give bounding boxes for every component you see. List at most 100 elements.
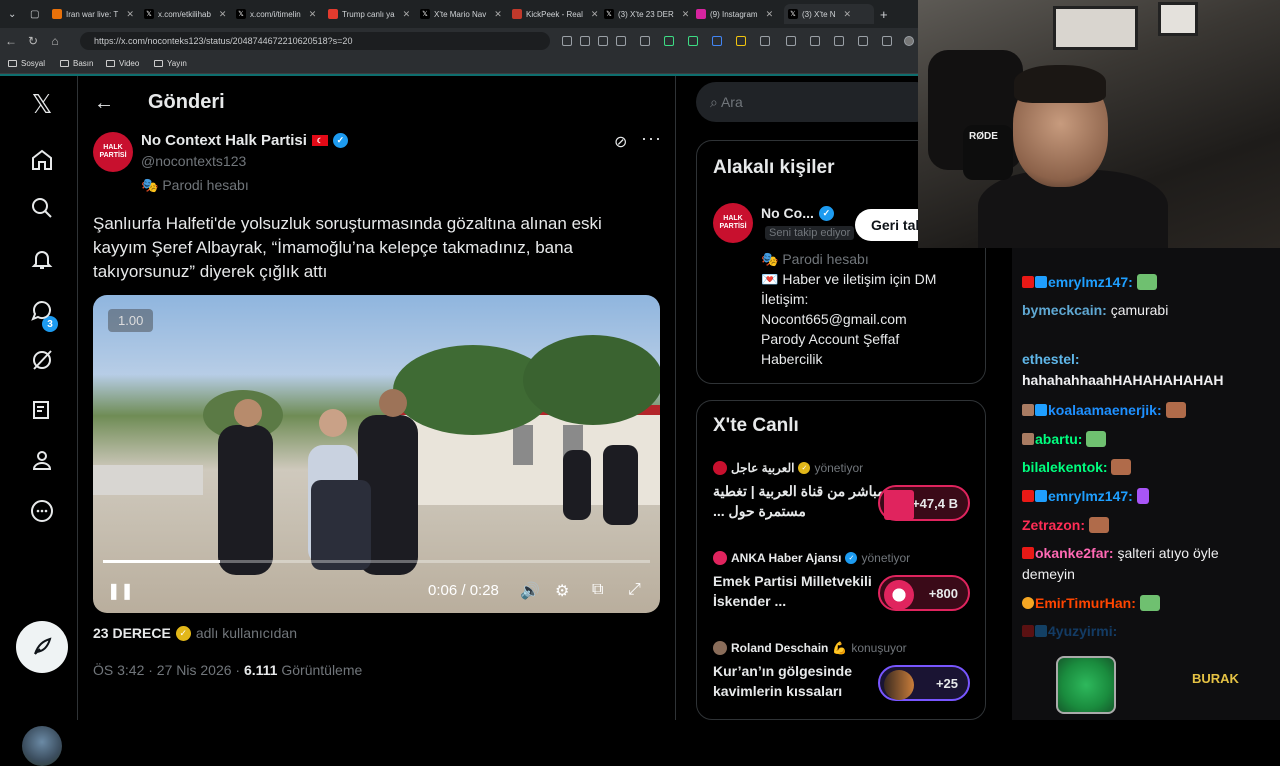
post-timestamp[interactable]: ÖS 3:42 · 27 Nis 2026 · <box>93 662 240 678</box>
home-icon[interactable] <box>28 146 56 174</box>
close-tab-icon[interactable]: ✕ <box>682 9 690 20</box>
search-icon[interactable] <box>28 194 56 222</box>
profile-avatar[interactable] <box>904 36 914 46</box>
gem-badge-icon <box>1035 404 1047 416</box>
tab-menu-icon[interactable]: ⌄ <box>4 4 24 24</box>
gem-badge-icon <box>1035 490 1047 502</box>
mask-icon: 🎭 <box>141 177 163 193</box>
zoom-icon[interactable] <box>580 36 590 46</box>
collections-icon[interactable] <box>834 36 844 46</box>
browser-tab[interactable]: Iran war live: T ✕ <box>48 4 138 24</box>
chat-message: EmirTimurHan: <box>1022 593 1272 614</box>
bookmark-folder[interactable]: Yayın <box>154 59 187 68</box>
notifications-icon[interactable] <box>28 245 56 273</box>
extension-icon[interactable] <box>858 36 868 46</box>
translate-icon[interactable] <box>712 36 722 46</box>
bookmark-folder[interactable]: Basın <box>60 59 93 68</box>
close-tab-icon[interactable]: ✕ <box>591 9 599 20</box>
close-tab-icon[interactable]: ✕ <box>219 9 227 20</box>
profile-icon[interactable] <box>28 446 56 474</box>
live-title: X'te Canlı <box>713 415 799 436</box>
pause-icon[interactable]: ❚❚ <box>107 581 134 601</box>
browser-tab[interactable]: 𝕏 (3) X'te 23 DER ✕ <box>600 4 692 24</box>
fullscreen-icon[interactable]: ⤢ <box>628 581 641 599</box>
grok-icon[interactable] <box>28 346 56 374</box>
back-nav-icon[interactable]: ← <box>0 34 22 48</box>
split-screen-icon[interactable] <box>786 36 796 46</box>
chat-message: bilalekentok: <box>1022 457 1272 478</box>
url-field[interactable]: https://x.com/noconteks123/status/204874… <box>80 32 550 50</box>
extension-icon[interactable] <box>736 36 746 46</box>
browser-tab[interactable]: 𝕏x.com/i/timelin ✕ <box>232 4 324 24</box>
search-input[interactable]: ⌕ Ara <box>696 82 936 122</box>
close-tab-icon[interactable]: ✕ <box>126 9 134 20</box>
related-bio: 🎭 Parodi hesabı 💌 Haber ve iletişim için… <box>761 251 937 367</box>
back-arrow-icon[interactable]: ← <box>94 92 114 115</box>
bookmark-folder[interactable]: Video <box>106 59 139 68</box>
close-tab-icon[interactable]: ✕ <box>766 9 774 20</box>
browser-tab[interactable]: 𝕏 X'te Mario Nav ✕ <box>416 4 508 24</box>
video-player[interactable]: 1.00 ❚❚ 0:06 / 0:28 🔊 ⚙ ⧉ ⤢ <box>93 295 660 613</box>
avatar-badge-icon <box>1022 433 1034 445</box>
x-logo-icon[interactable]: 𝕏 <box>28 89 56 119</box>
author-handle[interactable]: @nocontexts123 <box>141 153 246 169</box>
live-listener-count[interactable]: +25 <box>878 665 970 701</box>
favorite-icon[interactable] <box>616 36 626 46</box>
live-item[interactable]: العربية عاجل ✓ yönetiyor مباشر من قناة الع… <box>713 461 975 521</box>
read-aloud-icon[interactable] <box>598 36 608 46</box>
favorites-icon[interactable] <box>810 36 820 46</box>
close-tab-icon[interactable]: ✕ <box>494 9 502 20</box>
video-progress-bar[interactable] <box>103 560 650 563</box>
more-options-icon[interactable]: ··· <box>641 128 662 149</box>
browser-tab[interactable]: (9) Instagram ✕ <box>692 4 784 24</box>
more-icon[interactable] <box>28 497 56 525</box>
history-icon[interactable] <box>882 36 892 46</box>
close-tab-icon[interactable]: ✕ <box>844 9 852 20</box>
author-name: No Context Halk Partisi <box>141 132 307 149</box>
bookmark-folder[interactable]: Sosyal <box>8 59 45 68</box>
bookmarks-bar: Sosyal Basın Video Yayın <box>0 54 918 74</box>
grok-icon[interactable]: ⊘ <box>614 132 627 152</box>
install-app-icon[interactable] <box>562 36 572 46</box>
reload-icon[interactable]: ↻ <box>22 34 44 48</box>
video-source: 23 DERECE ✓ adlı kullanıcıdan <box>93 625 297 641</box>
wall-frame <box>1053 6 1138 50</box>
live-listener-count[interactable]: +47,4 B <box>878 485 970 521</box>
extension-icon[interactable] <box>688 36 698 46</box>
related-avatar[interactable]: HALK PARTİSİ <box>713 203 753 243</box>
source-name[interactable]: 23 DERECE <box>93 625 171 641</box>
home-icon[interactable]: ⌂ <box>44 34 66 48</box>
chat-message: ethestel: hahahahhaahHAHAHAHAHAH <box>1022 351 1224 388</box>
live-listener-count[interactable]: +800 <box>878 575 970 611</box>
bits-badge-icon <box>1022 597 1034 609</box>
close-tab-icon[interactable]: ✕ <box>403 9 411 20</box>
overlay-name: BURAK <box>1192 671 1239 686</box>
mail-heart-icon: 💌 <box>761 271 783 287</box>
playback-speed[interactable]: 1.00 <box>108 309 154 332</box>
browser-tab[interactable]: KickPeek - Real ✕ <box>508 4 600 24</box>
extension-icon[interactable] <box>640 36 650 46</box>
folder-icon <box>8 60 17 67</box>
close-tab-icon[interactable]: ✕ <box>309 9 317 20</box>
browser-tab-bar: Iran war live: T ✕ 𝕏x.com/etkilihab ✕ 𝕏x.c… <box>0 0 918 28</box>
author-name-row[interactable]: No Context Halk Partisi ☾ ✓ <box>141 132 348 149</box>
new-tab-icon[interactable]: + <box>876 4 896 24</box>
folder-icon <box>106 60 115 67</box>
account-avatar[interactable] <box>22 726 62 766</box>
live-item[interactable]: ANKA Haber Ajansı ✓ yönetiyor Emek Partisi… <box>713 551 975 611</box>
compose-post-button[interactable] <box>16 621 68 673</box>
extensions-icon[interactable] <box>760 36 770 46</box>
related-name-row[interactable]: No Co... ✓ <box>761 205 834 221</box>
browser-tab[interactable]: 𝕏x.com/etkilihab ✕ <box>140 4 232 24</box>
workspaces-icon[interactable]: ▢ <box>26 4 46 24</box>
browser-tab-active[interactable]: 𝕏 (3) X'te N ✕ <box>784 4 874 24</box>
extension-icon[interactable] <box>664 36 674 46</box>
settings-gear-icon[interactable]: ⚙ <box>555 581 569 601</box>
browser-tab[interactable]: Trump canlı ya ✕ <box>324 4 416 24</box>
picture-in-picture-icon[interactable]: ⧉ <box>592 581 603 599</box>
volume-icon[interactable]: 🔊 <box>520 581 540 601</box>
live-item[interactable]: Roland Deschain 💪 konuşuyor Kur’an’ın gölg… <box>713 641 975 701</box>
author-avatar[interactable]: HALK PARTİSİ <box>93 132 133 172</box>
messages-icon[interactable] <box>28 296 56 324</box>
articles-icon[interactable] <box>28 396 56 424</box>
